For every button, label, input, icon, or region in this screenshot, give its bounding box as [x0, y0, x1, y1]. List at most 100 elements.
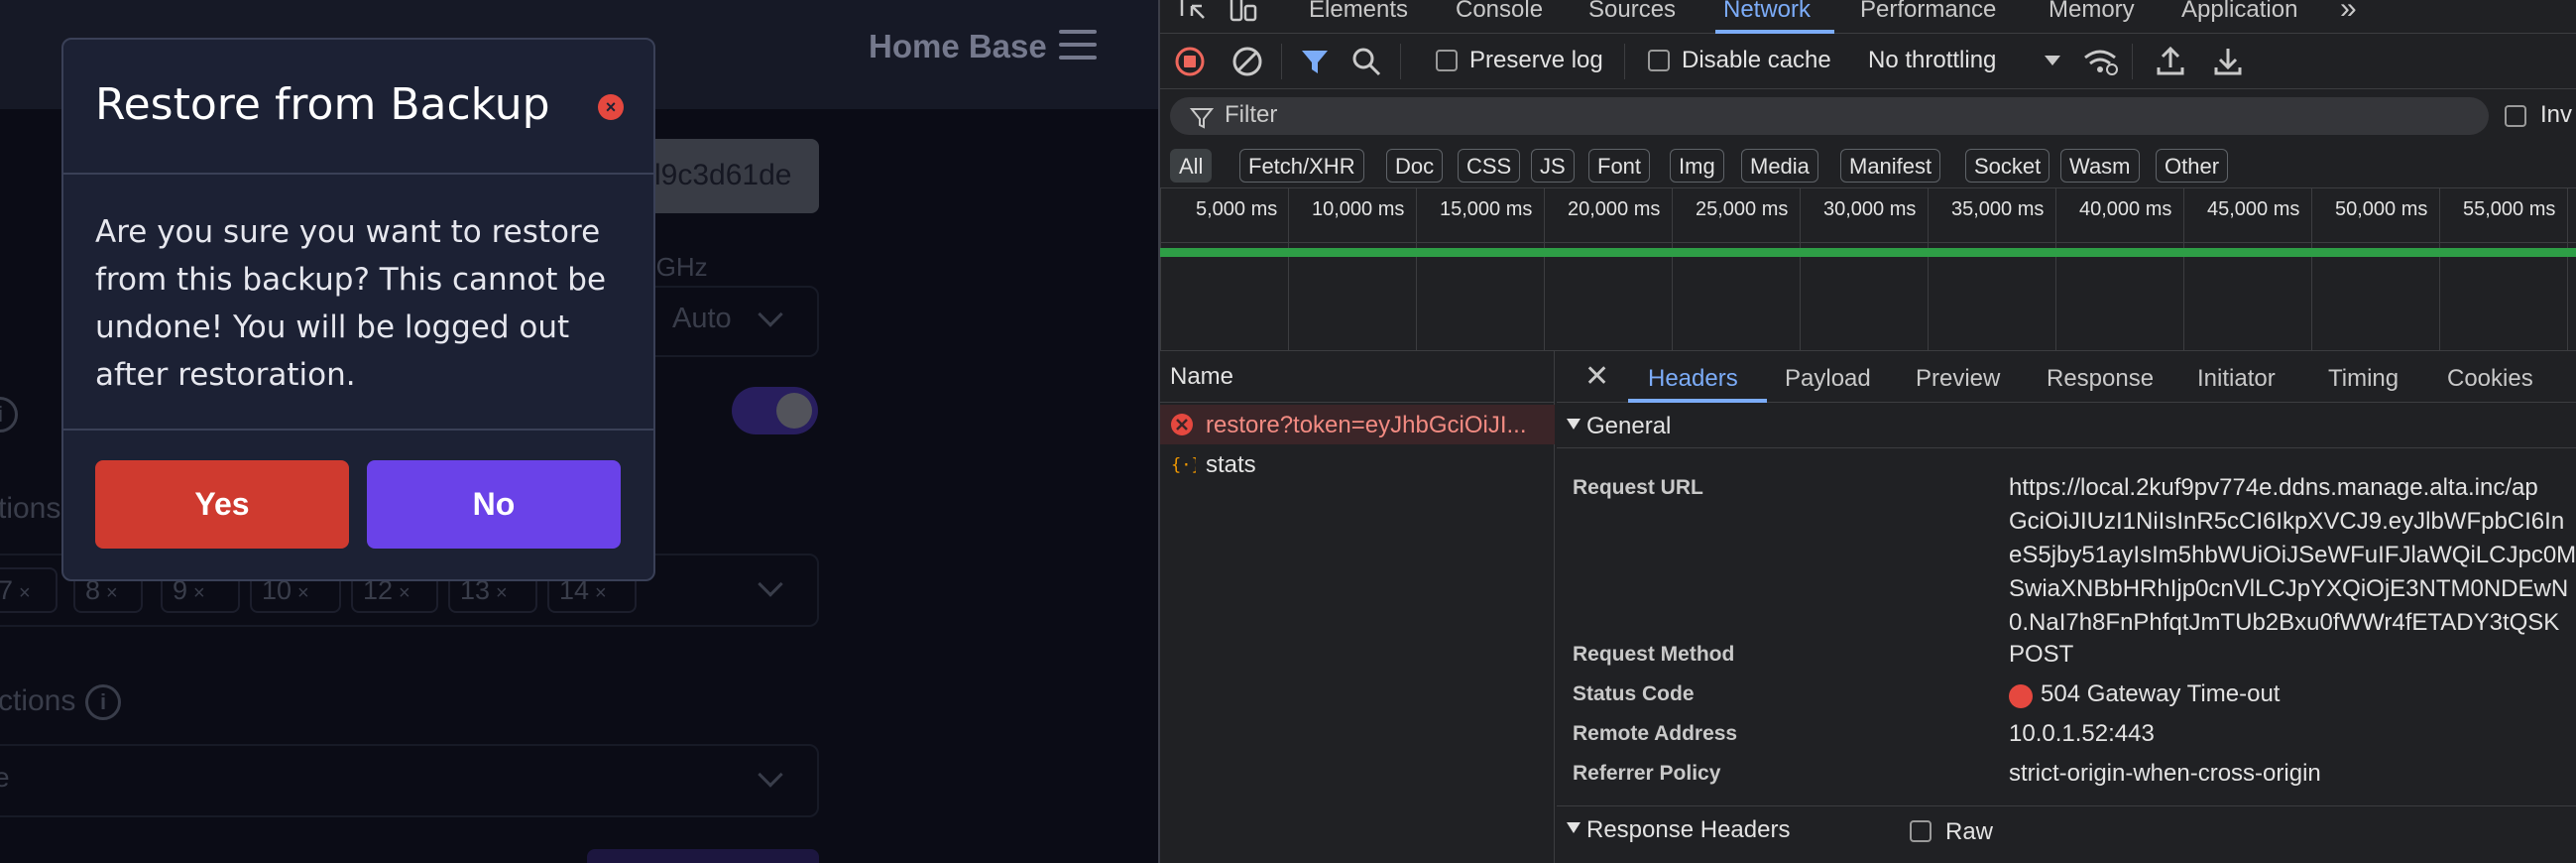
general-section-header[interactable]: General — [1557, 405, 2576, 448]
type-filter-media[interactable]: Media — [1741, 149, 1818, 183]
type-filter-socket[interactable]: Socket — [1965, 149, 2050, 183]
request-url-label: Request URL — [1573, 476, 1703, 499]
timeline-tick — [1288, 188, 1289, 351]
type-filter-fetch-xhr[interactable]: Fetch/XHR — [1239, 149, 1364, 183]
remote-address-value: 10.0.1.52:443 — [2009, 720, 2155, 747]
dialog-title: Restore from Backup — [95, 79, 550, 130]
timeline-tick-label: 15,000 ms — [1440, 198, 1533, 220]
timeline-tick-label: 55,000 ms — [2463, 198, 2556, 220]
request-details: ✕ Headers Payload Preview Response Initi… — [1557, 351, 2576, 863]
tab-performance[interactable]: Performance — [1860, 0, 1996, 24]
timeline-tick-label: 20,000 ms — [1568, 198, 1661, 220]
clear-icon[interactable] — [1231, 46, 1263, 77]
timeline-tick — [1928, 188, 1929, 351]
network-toolbar: Preserve log Disable cache No throttling — [1160, 34, 2576, 89]
restore-backup-dialog: Restore from Backup × Are you sure you w… — [61, 38, 655, 581]
type-filter-all[interactable]: All — [1170, 149, 1213, 183]
tab-cookies[interactable]: Cookies — [2447, 365, 2533, 393]
timeline-tick — [2311, 188, 2312, 351]
preserve-log-checkbox[interactable] — [1436, 50, 1458, 71]
close-icon[interactable]: × — [598, 94, 624, 120]
close-details-icon[interactable]: ✕ — [1584, 359, 1609, 394]
dialog-divider — [63, 429, 653, 431]
tab-response[interactable]: Response — [2047, 365, 2154, 393]
timeline-tick — [1672, 188, 1673, 351]
timeline-tick-label: 25,000 ms — [1696, 198, 1789, 220]
yes-button[interactable]: Yes — [95, 460, 349, 549]
active-tab-indicator — [1628, 399, 1767, 403]
dropdown-arrow-icon — [2045, 56, 2060, 65]
tab-timing[interactable]: Timing — [2328, 365, 2399, 393]
tab-initiator[interactable]: Initiator — [2197, 365, 2276, 393]
export-har-icon[interactable] — [2213, 46, 2243, 77]
tab-headers[interactable]: Headers — [1648, 365, 1738, 393]
inspect-element-icon[interactable] — [1178, 0, 1210, 26]
timeline-tick — [1544, 188, 1545, 351]
collapse-triangle-icon — [1567, 419, 1581, 430]
tab-application[interactable]: Application — [2181, 0, 2297, 24]
no-button[interactable]: No — [367, 460, 621, 549]
raw-checkbox[interactable] — [1910, 820, 1932, 842]
disable-cache-checkbox[interactable] — [1648, 50, 1670, 71]
response-headers-section-header[interactable]: Response Headers Raw — [1557, 805, 2576, 849]
dialog-message: Are you sure you want to restore from th… — [95, 214, 607, 393]
details-tabbar: ✕ Headers Payload Preview Response Initi… — [1557, 351, 2576, 403]
request-row-stats[interactable]: {·} stats — [1160, 444, 1555, 484]
type-filter-img[interactable]: Img — [1670, 149, 1724, 183]
timeline-tick-label: 40,000 ms — [2079, 198, 2172, 220]
devtools-panel: Elements Console Sources Network Perform… — [1160, 0, 2576, 863]
record-stop-icon[interactable] — [1174, 46, 1206, 77]
request-method-label: Request Method — [1573, 643, 1735, 666]
type-filter-manifest[interactable]: Manifest — [1840, 149, 1941, 183]
resource-type-filters: All Fetch/XHR Doc CSS JS Font Img Media … — [1160, 141, 2576, 188]
throttling-select[interactable]: No throttling — [1868, 47, 1996, 74]
name-column-header[interactable]: Name — [1170, 363, 1233, 391]
type-filter-other[interactable]: Other — [2156, 149, 2229, 183]
referrer-policy-value: strict-origin-when-cross-origin — [2009, 760, 2321, 787]
request-method-value: POST — [2009, 641, 2074, 668]
request-url-line: https://local.2kuf9pv774e.ddns.manage.al… — [2009, 474, 2538, 501]
timeline-tick-label: 10,000 ms — [1312, 198, 1405, 220]
timeline-tick — [1416, 188, 1417, 351]
filter-icon[interactable] — [1299, 46, 1331, 77]
request-name: stats — [1206, 451, 1256, 478]
tab-sources[interactable]: Sources — [1588, 0, 1676, 24]
tab-preview[interactable]: Preview — [1916, 365, 2000, 393]
tab-network[interactable]: Network — [1723, 0, 1811, 24]
network-overview[interactable]: 5,000 ms 10,000 ms 15,000 ms 20,000 ms 2… — [1160, 188, 2576, 351]
device-toolbar-icon[interactable] — [1228, 0, 1259, 26]
request-list: Name restore?token=eyJhbGciOiJI... {·} s… — [1160, 351, 1555, 863]
import-har-icon[interactable] — [2156, 46, 2185, 77]
network-conditions-icon[interactable] — [2082, 46, 2118, 77]
timeline-ruler-line — [1160, 242, 2576, 243]
status-error-dot-icon — [2009, 684, 2033, 708]
tab-console[interactable]: Console — [1456, 0, 1543, 24]
type-filter-doc[interactable]: Doc — [1386, 149, 1444, 183]
svg-text:{·}: {·} — [1171, 455, 1196, 475]
request-url-line: eS5jby51ayIsIm5hbWUiOiJSeWFuIFJlaWQiLCJp… — [2009, 542, 2576, 568]
type-filter-js[interactable]: JS — [1531, 149, 1575, 183]
type-filter-wasm[interactable]: Wasm — [2060, 149, 2140, 183]
raw-label: Raw — [1945, 818, 1994, 845]
filter-placeholder: Filter — [1225, 101, 1278, 128]
tab-payload[interactable]: Payload — [1785, 365, 1871, 393]
more-tabs-icon[interactable]: » — [2340, 0, 2357, 26]
dialog-divider — [63, 173, 653, 175]
request-row-restore[interactable]: restore?token=eyJhbGciOiJI... — [1160, 405, 1555, 444]
type-filter-css[interactable]: CSS — [1458, 149, 1521, 183]
timeline-tick-label: 50,000 ms — [2335, 198, 2428, 220]
tab-memory[interactable]: Memory — [2049, 0, 2135, 24]
timeline-tick — [1160, 188, 1161, 351]
filter-input[interactable] — [1170, 97, 2489, 135]
status-code-value: 504 Gateway Time-out — [2041, 680, 2281, 707]
timeline-tick — [2183, 188, 2184, 351]
type-filter-font[interactable]: Font — [1588, 149, 1651, 183]
invert-checkbox[interactable] — [2505, 105, 2526, 127]
request-waterfall-bar — [1160, 248, 2576, 257]
request-name: restore?token=eyJhbGciOiJI... — [1206, 412, 1527, 438]
request-url-line: GciOiJIUzI1NiIsInR5cCI6IkpXVCJ9.eyJlbWFp… — [2009, 508, 2565, 535]
status-code-label: Status Code — [1573, 682, 1695, 705]
timeline-tick — [2567, 188, 2568, 351]
search-icon[interactable] — [1350, 46, 1382, 77]
tab-elements[interactable]: Elements — [1309, 0, 1408, 24]
